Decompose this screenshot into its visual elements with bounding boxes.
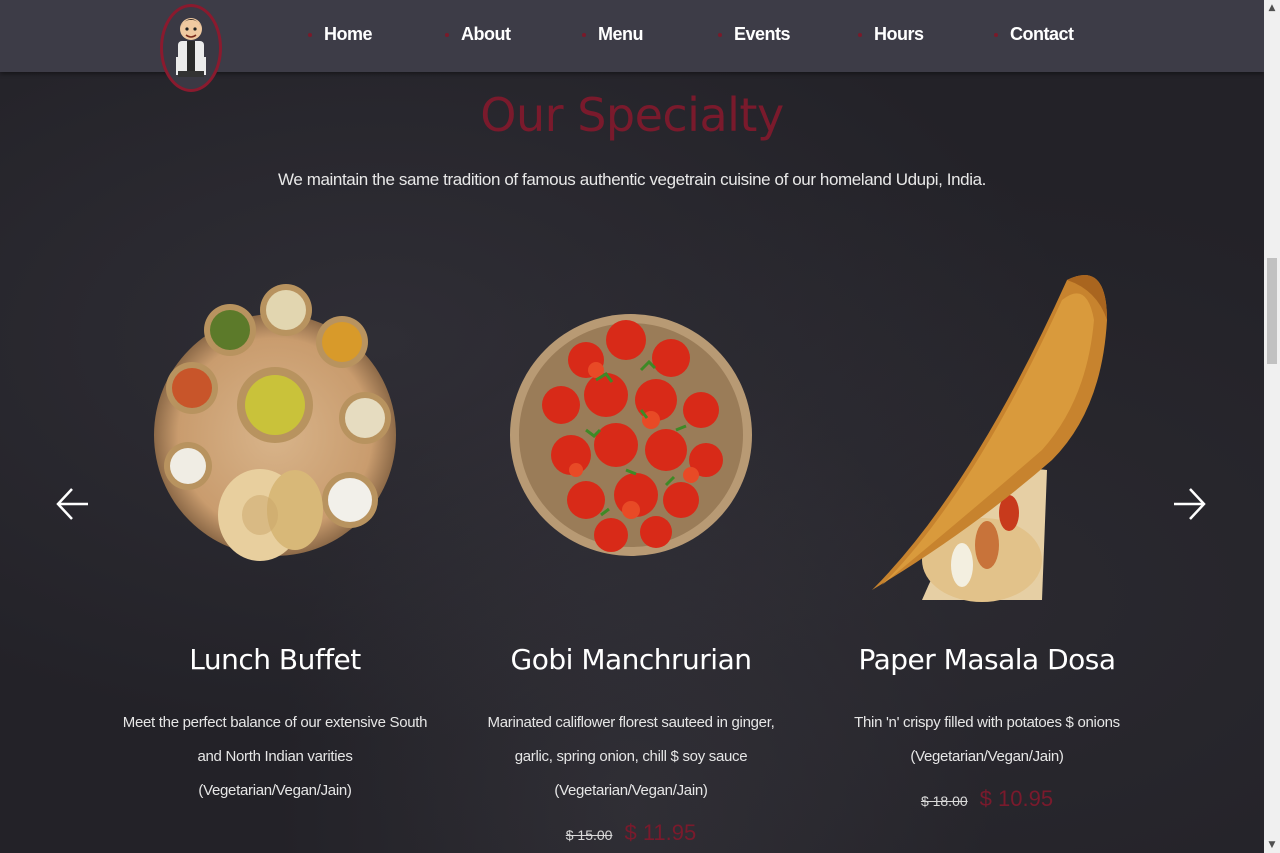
section-subtitle: We maintain the same tradition of famous… <box>278 170 986 189</box>
card-price: $ 18.00 $ 10.95 <box>822 786 1152 812</box>
nav-bullet <box>308 32 312 37</box>
nav-bullet <box>994 32 998 37</box>
nav-contact-link[interactable]: Contact <box>994 24 1074 45</box>
card-desc-line: (Vegetarian/Vegan/Jain) <box>554 782 708 799</box>
card-title: Gobi Manchrurian <box>510 643 752 676</box>
card-desc-line: garlic, spring onion, chill $ soy sauce <box>514 748 748 765</box>
card-desc-line: (Vegetarian/Vegan/Jain) <box>910 748 1064 765</box>
card-description: Marinated califlower florest sauteed in … <box>466 706 796 808</box>
nav-menu-link[interactable]: Menu <box>582 24 644 45</box>
scroll-down-icon[interactable]: ▼ <box>1264 837 1280 853</box>
page: Home About Menu Events Hours Contact Our… <box>0 0 1264 853</box>
price-old: $ 18.00 <box>920 793 968 809</box>
nav-home-label: Home <box>324 24 373 44</box>
card-title: Paper Masala Dosa <box>858 643 1116 676</box>
scrollbar-thumb[interactable] <box>1267 258 1277 364</box>
nav-events-link[interactable]: Events <box>718 24 791 45</box>
nav-bullet <box>445 32 449 37</box>
nav-menu-label: Menu <box>598 24 644 44</box>
card-desc-line: and North Indian varities <box>197 748 353 765</box>
arrow-left-icon[interactable] <box>56 486 90 522</box>
nav-hours-label: Hours <box>874 24 924 44</box>
nav-bullet <box>858 32 862 37</box>
card-desc-line: (Vegetarian/Vegan/Jain) <box>198 782 352 799</box>
card-description: Thin 'n' crispy filled with potatoes $ o… <box>822 706 1152 774</box>
thali-plate-image <box>110 260 440 610</box>
price-new: $ 10.95 <box>979 786 1054 811</box>
nav-bullet <box>718 32 722 37</box>
price-old: $ 15.00 <box>565 827 613 843</box>
scroll-up-icon[interactable]: ▲ <box>1264 0 1280 16</box>
chef-mascot-logo-icon[interactable] <box>160 4 222 92</box>
section-title: Our Specialty <box>480 88 784 142</box>
nav-about-link[interactable]: About <box>445 24 511 45</box>
nav-events-label: Events <box>734 24 791 44</box>
vertical-scrollbar[interactable]: ▲ ▼ <box>1264 0 1280 853</box>
nav-hours-link[interactable]: Hours <box>858 24 924 45</box>
nav-contact-label: Contact <box>1010 24 1074 44</box>
nav-bullet <box>582 32 586 37</box>
price-new: $ 11.95 <box>624 820 697 845</box>
paper-dosa-image <box>822 260 1152 610</box>
card-desc-line: Meet the perfect balance of our extensiv… <box>122 714 428 731</box>
card-price: $ 15.00 $ 11.95 <box>466 820 796 846</box>
card-desc-line: Thin 'n' crispy filled with potatoes $ o… <box>854 714 1120 731</box>
chef-mascot-svg <box>176 18 206 77</box>
gobi-manchurian-image <box>466 260 796 610</box>
nav-home-link[interactable]: Home <box>308 24 373 45</box>
card-desc-line: Marinated califlower florest sauteed in … <box>487 714 775 731</box>
arrow-right-icon[interactable] <box>1172 486 1206 522</box>
card-description: Meet the perfect balance of our extensiv… <box>110 706 440 808</box>
card-title: Lunch Buffet <box>189 643 361 676</box>
nav-about-label: About <box>461 24 511 44</box>
